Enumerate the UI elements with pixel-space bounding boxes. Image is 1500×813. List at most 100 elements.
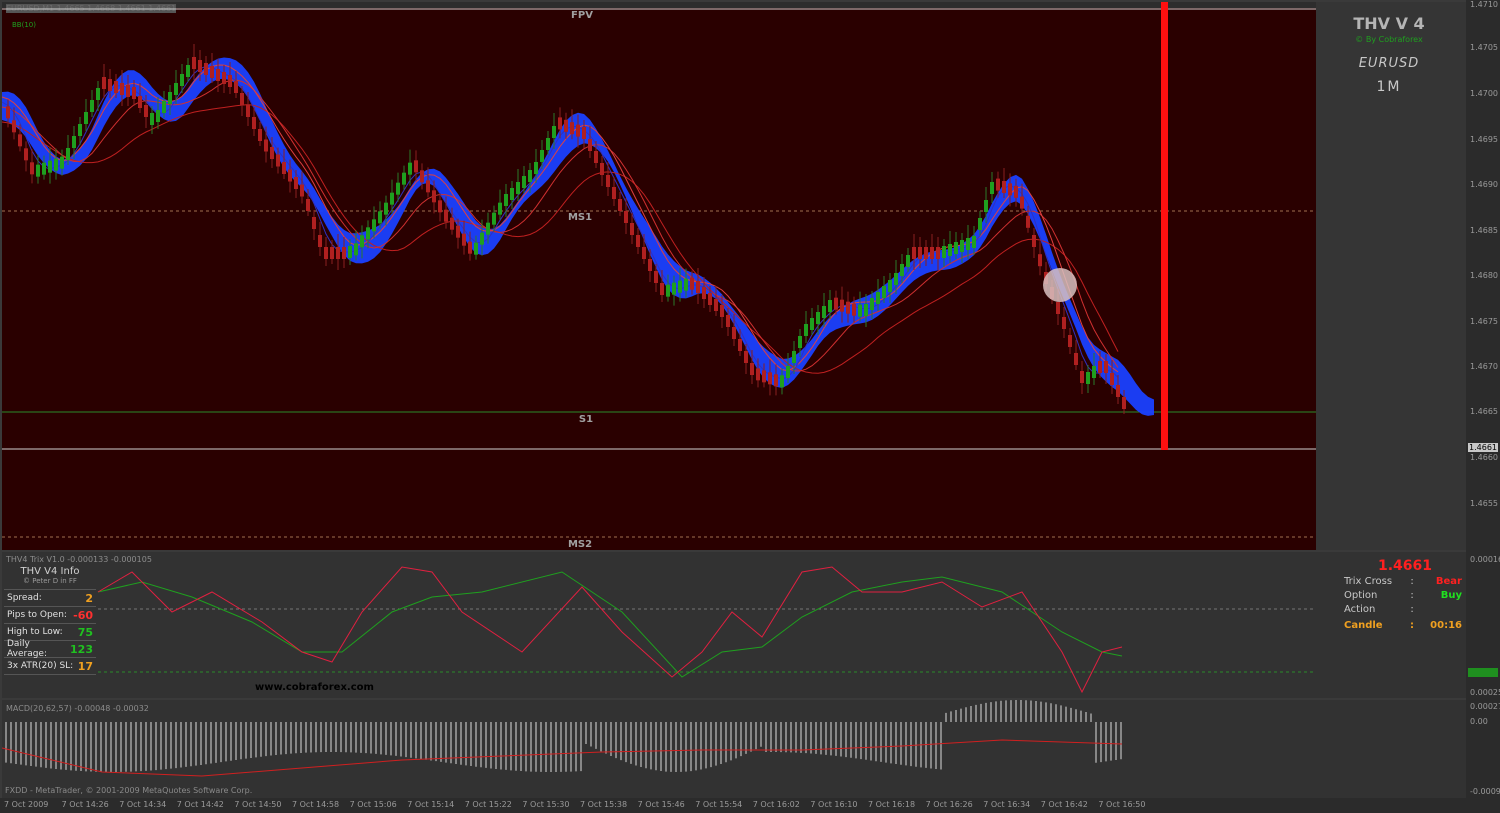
candle-body [558, 117, 562, 130]
info-label: Daily Average: [7, 639, 47, 659]
candle-body [1092, 366, 1096, 378]
candle-body [1104, 361, 1108, 373]
info-row-pips-to-open: Pips to Open: -60 [4, 606, 96, 623]
candle-body [990, 182, 994, 194]
candle-body [30, 162, 34, 175]
candle-body [978, 218, 982, 230]
candle-body [870, 298, 874, 310]
candle-body [762, 370, 766, 383]
info-row-high-to-low: High to Low: 75 [4, 623, 96, 640]
macd-tick-label: 0.00 [1470, 717, 1488, 726]
candle-body [786, 366, 790, 378]
candle-body [492, 212, 496, 225]
candle-body [1008, 183, 1012, 196]
colon: : [1410, 603, 1414, 615]
candle-body [426, 180, 430, 193]
time-tick-label: 7 Oct 14:58 [292, 800, 340, 809]
candle-body [504, 194, 508, 206]
candle-body [240, 93, 244, 105]
candle-body [324, 247, 328, 259]
candle-body [282, 162, 286, 174]
time-tick-label: 7 Oct 16:18 [868, 800, 916, 809]
brand-timeframe: 1M [1376, 79, 1402, 95]
candle-body [588, 139, 592, 151]
time-axis[interactable]: 7 Oct 2009 7 Oct 14:26 7 Oct 14:34 7 Oct 14… [0, 798, 1466, 813]
candle-body [546, 138, 550, 150]
candle-body [708, 293, 712, 305]
price-axis[interactable]: 1.4710 1.4705 1.4700 1.4695 1.4690 1.4685 1.46… [1466, 0, 1500, 813]
candle-body [330, 247, 334, 259]
candle-body [816, 312, 820, 324]
candle-body [852, 303, 856, 316]
candle-body [348, 246, 352, 258]
candle-body [1056, 302, 1060, 314]
macd-signal-line [2, 739, 1123, 777]
candle-body [138, 96, 142, 108]
candle-body [654, 271, 658, 283]
candle-body [468, 241, 472, 254]
time-tick-label: 7 Oct 16:42 [1040, 800, 1088, 809]
level-s1-label: S1 [578, 414, 594, 425]
price-tick-label: 1.4700 [1470, 89, 1498, 98]
candle-body [54, 158, 58, 171]
candle-body [612, 187, 616, 199]
current-candle-marker [1161, 2, 1168, 450]
level-fpv-label: FPV [571, 10, 593, 21]
candle-body [1098, 361, 1102, 373]
candle-body [828, 300, 832, 312]
candle-body [798, 336, 802, 348]
candle-body [294, 177, 298, 189]
brand-title: THV V 4 [1353, 14, 1425, 33]
time-tick-label: 7 Oct 15:06 [349, 800, 397, 809]
candle-body [396, 182, 400, 195]
time-tick-label: 7 Oct 15:22 [464, 800, 512, 809]
candle-label: Candle [1344, 619, 1383, 631]
brand-symbol: EURUSD [1358, 56, 1420, 71]
candle-body [972, 236, 976, 248]
candle-body [744, 351, 748, 363]
candle-body [276, 154, 280, 167]
candle-body [102, 77, 106, 89]
main-chart-pane[interactable]: EURUSD,M1 1.4665 1.4668 1.4661 1.4661 BB… [2, 2, 1466, 550]
time-tick-label: 7 Oct 2009 [4, 800, 49, 809]
candle-body [528, 170, 532, 182]
time-tick-label: 7 Oct 14:50 [234, 800, 282, 809]
website-link[interactable]: www.cobraforex.com [255, 682, 374, 693]
info-row-atr-sl: 3x ATR(20) SL: 17 [4, 657, 96, 675]
candle-body [258, 129, 262, 141]
candle-body [882, 286, 886, 298]
info-label: Spread: [7, 593, 42, 603]
candle-body [696, 281, 700, 293]
price-tick-label: 1.4670 [1470, 362, 1498, 371]
candle-body [618, 199, 622, 211]
candle-body [1074, 353, 1078, 365]
candle-body [318, 235, 322, 247]
candle-body [732, 327, 736, 339]
candle-body [42, 162, 46, 175]
trix-indicator-pane[interactable]: THV4 Trix V1.0 -0.000133 -0.000105 [2, 552, 1466, 698]
candle-body [594, 151, 598, 163]
trix-tick-label: 0.00025 [1470, 688, 1500, 697]
candle-body [24, 148, 28, 161]
price-tick-label: 1.4690 [1470, 180, 1498, 189]
candle-body [312, 217, 316, 229]
candle-body [1080, 371, 1084, 383]
candle-body [300, 184, 304, 197]
time-tick-label: 7 Oct 15:14 [407, 800, 455, 809]
macd-tick-label: -0.00099 [1470, 787, 1500, 796]
candle-body [642, 247, 646, 259]
time-tick-label: 7 Oct 16:26 [925, 800, 973, 809]
macd-indicator-pane[interactable]: MACD(20,62,57) -0.00048 -0.00032 [2, 700, 1466, 798]
candle-body [108, 79, 112, 91]
option-row: Option: Buy [1338, 588, 1462, 602]
price-tick-label: 1.4655 [1470, 499, 1498, 508]
candle-body [222, 72, 226, 84]
candle-body [18, 134, 22, 147]
candle-body [84, 112, 88, 124]
candle-body [1026, 215, 1030, 228]
candle-body [498, 202, 502, 215]
candle-body [342, 247, 346, 259]
candle-body [270, 147, 274, 159]
candle-body [36, 164, 40, 177]
trix-signal-line [97, 571, 1123, 678]
